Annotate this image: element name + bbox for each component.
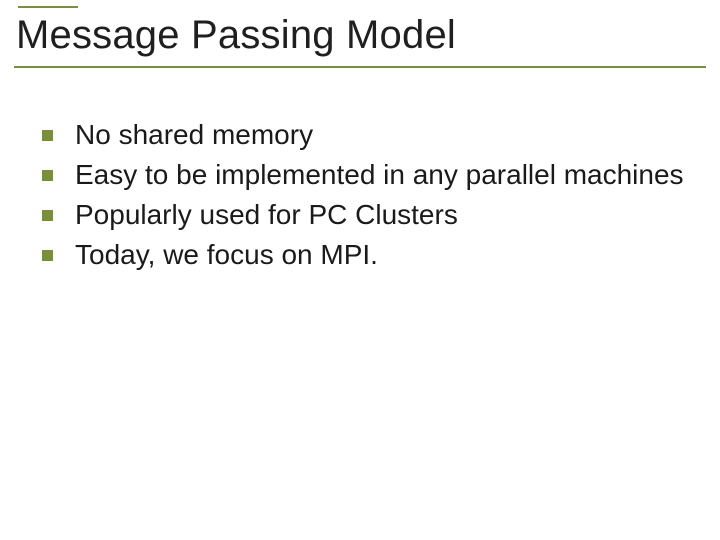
square-bullet-icon (42, 130, 53, 141)
bullet-text: Today, we focus on MPI. (75, 238, 378, 272)
list-item: Easy to be implemented in any parallel m… (42, 158, 690, 192)
accent-rule-top (18, 6, 78, 8)
slide: Message Passing Model No shared memory E… (0, 0, 720, 540)
bullet-text: No shared memory (75, 118, 313, 152)
list-item: Popularly used for PC Clusters (42, 198, 690, 232)
square-bullet-icon (42, 250, 53, 261)
bullet-list: No shared memory Easy to be implemented … (42, 118, 690, 279)
title-block: Message Passing Model (14, 6, 706, 68)
square-bullet-icon (42, 170, 53, 181)
bullet-text: Popularly used for PC Clusters (75, 198, 458, 232)
list-item: No shared memory (42, 118, 690, 152)
title-underline: Message Passing Model (14, 10, 706, 68)
square-bullet-icon (42, 210, 53, 221)
bullet-text: Easy to be implemented in any parallel m… (75, 158, 684, 192)
slide-title: Message Passing Model (16, 14, 706, 56)
list-item: Today, we focus on MPI. (42, 238, 690, 272)
